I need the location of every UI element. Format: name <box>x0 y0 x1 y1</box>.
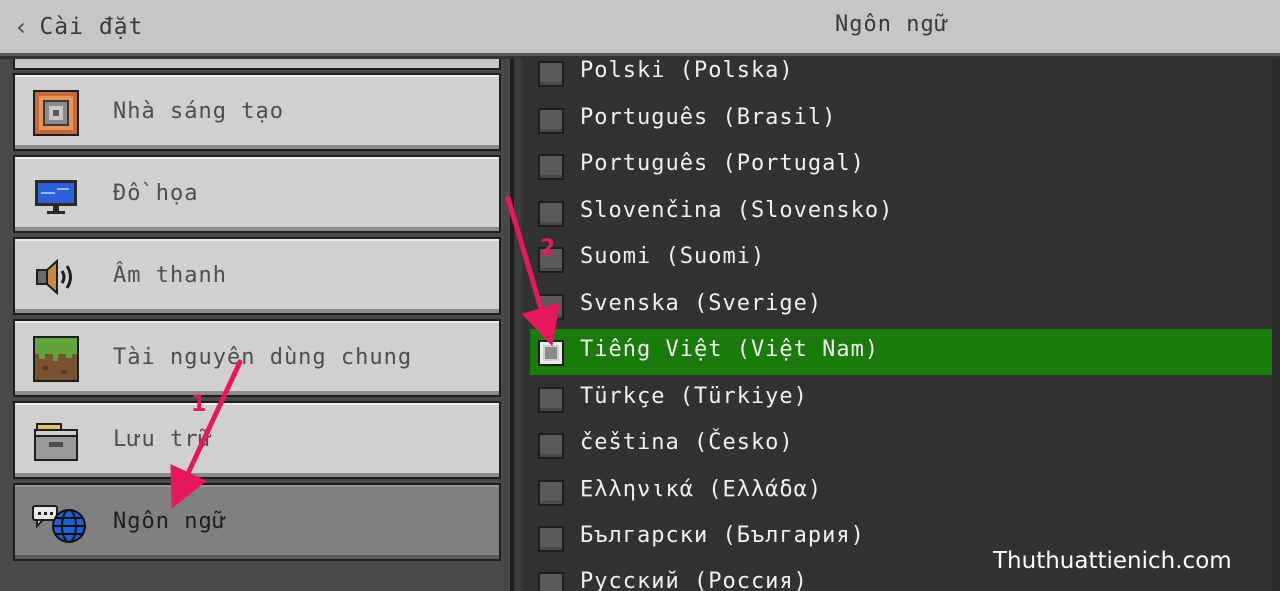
language-label: Ελληνικά (Ελλάδα) <box>580 477 823 502</box>
language-checkbox[interactable] <box>538 108 564 134</box>
language-checkbox[interactable] <box>538 572 564 591</box>
sidebar-item-language[interactable]: Ngôn ngữ <box>13 483 501 561</box>
settings-sidebar: Nhà sáng tạo Đồ họa Âm thanh Tài nguyên … <box>0 59 514 591</box>
sidebar-item-graphics[interactable]: Đồ họa <box>13 155 501 233</box>
grass-block-icon <box>33 336 79 382</box>
language-label: Português (Brasil) <box>580 105 837 130</box>
language-label: Svenska (Sverige) <box>580 291 823 316</box>
language-checkbox-checked[interactable] <box>538 340 564 366</box>
storage-box-icon <box>34 423 78 461</box>
language-checkbox[interactable] <box>538 201 564 227</box>
chevron-left-icon: ‹ <box>14 13 30 41</box>
sidebar-item-label: Đồ họa <box>113 181 199 206</box>
language-option-ellinika[interactable]: Ελληνικά (Ελλάδα) <box>530 469 1278 515</box>
language-option-svenska[interactable]: Svenska (Sverige) <box>530 283 1278 329</box>
language-option-suomi[interactable]: Suomi (Suomi) <box>530 236 1278 282</box>
header-bar: ‹ Cài đặt Ngôn ngữ <box>0 0 1280 56</box>
back-button[interactable]: ‹ Cài đặt <box>14 10 143 44</box>
language-label: Português (Portugal) <box>580 151 865 176</box>
back-label: Cài đặt <box>39 14 144 40</box>
language-label: čeština (Česko) <box>580 430 794 455</box>
page-title: Ngôn ngữ <box>835 12 949 37</box>
watermark: Thuthuattienich.com <box>993 548 1232 574</box>
sidebar-item-creator[interactable]: Nhà sáng tạo <box>13 73 501 151</box>
language-label: Slovenčina (Slovensko) <box>580 198 894 223</box>
language-checkbox[interactable] <box>538 61 564 87</box>
language-list: Polski (Polska) Português (Brasil) Portu… <box>522 59 1280 591</box>
speaker-icon <box>36 258 72 296</box>
language-checkbox[interactable] <box>538 480 564 506</box>
sidebar-item-shared-resources[interactable]: Tài nguyên dùng chung <box>13 319 501 397</box>
language-option-tieng-viet[interactable]: Tiếng Việt (Việt Nam) <box>530 329 1278 375</box>
language-label: Български (България) <box>580 523 865 548</box>
language-label: Русский (Россия) <box>580 569 808 591</box>
sidebar-item-partial[interactable] <box>13 59 501 70</box>
language-label: Polski (Polska) <box>580 59 794 83</box>
language-globe-icon <box>32 505 86 543</box>
language-label: Suomi (Suomi) <box>580 244 766 269</box>
language-option-portugues-brasil[interactable]: Português (Brasil) <box>530 97 1278 143</box>
language-option-slovencina[interactable]: Slovenčina (Slovensko) <box>530 190 1278 236</box>
sidebar-item-label: Ngôn ngữ <box>113 509 227 534</box>
language-checkbox[interactable] <box>538 387 564 413</box>
language-checkbox[interactable] <box>538 154 564 180</box>
command-block-icon <box>33 90 79 136</box>
language-label: Tiếng Việt (Việt Nam) <box>580 337 880 362</box>
monitor-icon <box>35 180 77 214</box>
language-option-portugues-portugal[interactable]: Português (Portugal) <box>530 143 1278 189</box>
sidebar-item-label: Nhà sáng tạo <box>113 99 284 124</box>
language-option-polski[interactable]: Polski (Polska) <box>530 59 1278 96</box>
sidebar-item-storage[interactable]: Lưu trữ <box>13 401 501 479</box>
annotation-step-2: 2 <box>540 236 556 261</box>
panel-divider <box>514 59 522 591</box>
sidebar-item-label: Âm thanh <box>113 263 227 288</box>
language-checkbox[interactable] <box>538 526 564 552</box>
annotation-step-1: 1 <box>191 392 207 417</box>
language-checkbox[interactable] <box>538 433 564 459</box>
sidebar-item-label: Lưu trữ <box>113 427 213 452</box>
sidebar-item-sound[interactable]: Âm thanh <box>13 237 501 315</box>
list-scrollbar[interactable] <box>1272 59 1280 591</box>
language-option-turkce[interactable]: Türkçe (Türkiye) <box>530 376 1278 422</box>
language-checkbox[interactable] <box>538 294 564 320</box>
language-option-cestina[interactable]: čeština (Česko) <box>530 422 1278 468</box>
sidebar-item-label: Tài nguyên dùng chung <box>113 345 413 370</box>
language-label: Türkçe (Türkiye) <box>580 384 808 409</box>
